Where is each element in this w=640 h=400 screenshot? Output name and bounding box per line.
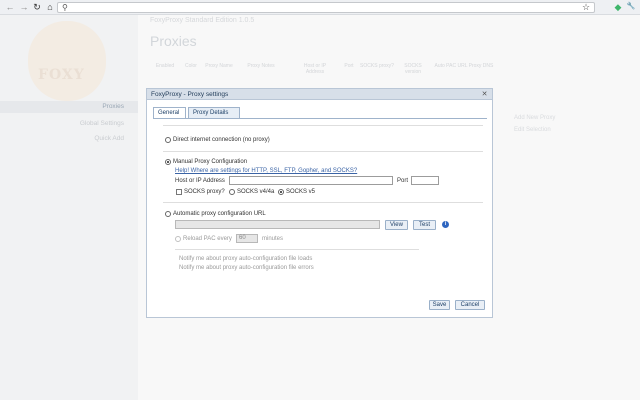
port-label: Port bbox=[397, 178, 409, 184]
column-header: Host or IP Address bbox=[303, 63, 327, 75]
direct-connection-label: Direct internet connection (no proxy) bbox=[173, 137, 270, 143]
view-button[interactable]: View bbox=[385, 220, 408, 230]
host-input[interactable] bbox=[229, 176, 393, 185]
proxy-settings-dialog: FoxyProxy - Proxy settings ✕ General Pro… bbox=[146, 88, 493, 318]
reload-icon[interactable]: ↻ bbox=[31, 1, 43, 13]
dialog-title-bar[interactable]: FoxyProxy - Proxy settings ✕ bbox=[147, 89, 492, 100]
test-button[interactable]: Test bbox=[413, 220, 436, 230]
logo-text: FOXY bbox=[38, 67, 85, 83]
notify-load-label[interactable]: Notify me about proxy auto-configuration… bbox=[179, 256, 312, 262]
edit-selection-link[interactable]: Edit Selection bbox=[514, 124, 555, 136]
socks-v4-label: SOCKS v4/4a bbox=[237, 189, 275, 195]
forward-arrow-icon[interactable]: → bbox=[18, 1, 30, 13]
address-bar[interactable]: ⚲ bbox=[57, 2, 595, 13]
divider bbox=[175, 249, 419, 250]
column-header: SOCKS proxy? bbox=[360, 63, 394, 69]
add-new-proxy-link[interactable]: Add New Proxy bbox=[514, 112, 555, 124]
column-header: SOCKS version bbox=[404, 63, 422, 75]
left-navigation: FOXY Proxies Global Settings Quick Add bbox=[0, 15, 138, 400]
host-label: Host or IP Address bbox=[175, 178, 225, 184]
nav-item-global-settings[interactable]: Global Settings bbox=[0, 118, 138, 130]
info-icon[interactable]: i bbox=[442, 221, 449, 228]
socks-v5-radio[interactable] bbox=[278, 189, 284, 195]
column-header: Proxy Notes bbox=[247, 63, 275, 69]
star-icon[interactable]: ☆ bbox=[580, 1, 592, 13]
home-icon[interactable]: ⌂ bbox=[44, 1, 56, 13]
dialog-title: FoxyProxy - Proxy settings bbox=[151, 91, 229, 98]
general-tab-panel: Direct internet connection (no proxy) Ma… bbox=[159, 119, 487, 315]
socks-proxy-checkbox[interactable] bbox=[176, 189, 182, 195]
divider bbox=[163, 125, 483, 126]
auto-config-label: Automatic proxy configuration URL bbox=[173, 211, 266, 217]
back-arrow-icon[interactable]: ← bbox=[4, 1, 16, 13]
socks-v4-radio[interactable] bbox=[229, 189, 235, 195]
column-header: Proxy Name bbox=[205, 63, 233, 69]
foxyproxy-logo bbox=[28, 21, 106, 101]
divider bbox=[163, 202, 483, 203]
breadcrumb: FoxyProxy Standard Edition 1.0.5 bbox=[150, 17, 255, 24]
pac-url-input[interactable] bbox=[175, 220, 380, 229]
reload-pac-checkbox[interactable] bbox=[175, 236, 181, 242]
divider bbox=[163, 151, 483, 152]
nav-item-proxies[interactable]: Proxies bbox=[0, 101, 138, 113]
wrench-icon[interactable]: 🔧 bbox=[625, 1, 637, 13]
manual-config-radio[interactable] bbox=[165, 159, 171, 165]
minutes-label: minutes bbox=[262, 236, 284, 242]
notify-error-label[interactable]: Notify me about proxy auto-configuration… bbox=[179, 265, 314, 271]
port-input[interactable] bbox=[411, 176, 439, 185]
socks-proxy-label: SOCKS proxy? bbox=[184, 189, 225, 195]
column-header: Proxy DNS bbox=[468, 63, 494, 69]
save-button[interactable]: Save bbox=[429, 300, 450, 310]
auto-config-radio[interactable] bbox=[165, 211, 171, 217]
browser-toolbar: ← → ↻ ⌂ ⚲ ☆ ◆ 🔧 bbox=[0, 0, 640, 15]
manual-config-label: Manual Proxy Configuration bbox=[173, 159, 248, 165]
tab-proxy-details[interactable]: Proxy Details bbox=[188, 107, 240, 118]
proxy-actions: Add New Proxy Edit Selection bbox=[514, 112, 555, 136]
close-icon[interactable]: ✕ bbox=[480, 90, 489, 99]
direct-connection-radio[interactable] bbox=[165, 137, 171, 143]
proxy-help-link[interactable]: Help! Where are settings for HTTP, SSL, … bbox=[175, 168, 357, 174]
page-title: Proxies bbox=[150, 33, 197, 49]
reload-pac-label: Reload PAC every bbox=[183, 236, 232, 242]
search-icon: ⚲ bbox=[62, 3, 68, 12]
column-header: Auto PAC URL bbox=[434, 63, 468, 69]
reload-minutes-input[interactable]: 60 bbox=[236, 234, 258, 243]
tab-general[interactable]: General bbox=[153, 107, 186, 118]
cancel-button[interactable]: Cancel bbox=[455, 300, 485, 310]
foxyproxy-extension-icon[interactable]: ◆ bbox=[612, 1, 624, 13]
socks-v5-label: SOCKS v5 bbox=[286, 189, 316, 195]
nav-item-quick-add[interactable]: Quick Add bbox=[0, 133, 138, 145]
